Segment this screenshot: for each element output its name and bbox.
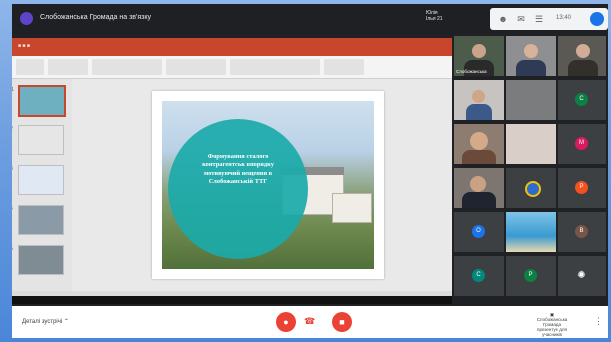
participants-grid: Слобожанська C M P O B C P ✺ <box>452 34 608 306</box>
building-shape-2 <box>332 193 372 223</box>
presenting-status[interactable]: ▣ Слобожанська Громада презентує для уча… <box>532 312 572 337</box>
top-right-toolbar: ☻ ✉ ☰ 13:40 <box>490 8 608 30</box>
participant-avatar: P <box>575 181 588 194</box>
more-vert-icon[interactable]: ⋮ <box>594 316 603 327</box>
meet-bottom-bar: Деталі зустрічі ⌃ ● ☎ ■ ▣ Слобожанська Г… <box>12 306 608 338</box>
participant-avatar: M <box>575 137 588 150</box>
participant-avatar: O <box>472 225 485 238</box>
presenter-line-2: Ілья 21 <box>426 16 443 22</box>
shared-presentation: ■ ■ ■ 1 2 3 4 5 <box>12 38 452 296</box>
participant-avatar: B <box>575 225 588 238</box>
participant-name: Слобожанська <box>456 69 487 74</box>
phone-hangup-icon[interactable]: ☎ <box>304 316 315 327</box>
ribbon-paste-button[interactable] <box>16 59 44 75</box>
meet-logo-icon <box>20 12 33 25</box>
ribbon-font-group[interactable] <box>92 59 162 75</box>
present-label-2: презентує для учасників <box>537 327 567 337</box>
participant-tile[interactable]: O <box>454 212 504 252</box>
current-slide[interactable]: Формування сталого контрагентськ впорядк… <box>152 91 384 279</box>
participant-tile[interactable] <box>506 80 556 120</box>
camera-toggle-button[interactable]: ■ <box>332 312 352 332</box>
participant-tile[interactable] <box>454 168 504 208</box>
slide-thumb-3[interactable]: 3 <box>12 165 64 195</box>
slide-photo: Формування сталого контрагентськ впорядк… <box>162 101 374 269</box>
slide-editor: Формування сталого контрагентськ впорядк… <box>72 79 452 291</box>
chevron-up-icon: ⌃ <box>63 319 69 325</box>
presentation-bottom-band <box>12 296 452 304</box>
participant-tile[interactable]: P <box>558 168 606 208</box>
ppt-ribbon <box>12 56 452 79</box>
ribbon-drawing-group[interactable] <box>230 59 320 75</box>
participant-tile[interactable] <box>454 124 504 164</box>
people-icon[interactable]: ☻ <box>498 14 508 24</box>
camera-off-icon: ■ <box>339 317 345 327</box>
participant-tile[interactable]: C <box>454 256 504 296</box>
slide-title-circle <box>168 119 308 259</box>
meeting-details-button[interactable]: Деталі зустрічі ⌃ <box>22 318 69 325</box>
participant-avatar: P <box>524 269 537 282</box>
ribbon-editing-group[interactable] <box>324 59 364 75</box>
more-participants-icon: ✺ <box>577 270 586 281</box>
flag-avatar <box>525 181 541 197</box>
mic-toggle-button[interactable]: ● <box>276 312 296 332</box>
slide-thumb-4[interactable]: 4 <box>12 205 64 235</box>
ppt-title-bar: ■ ■ ■ <box>12 38 452 56</box>
participant-tile[interactable]: C <box>558 80 606 120</box>
slide-thumb-5[interactable]: 5 <box>12 245 64 275</box>
participant-tile[interactable] <box>558 36 606 76</box>
activities-icon[interactable]: ☰ <box>534 14 544 24</box>
slide-thumbnails: 1 2 3 4 5 <box>12 79 72 296</box>
chat-icon[interactable]: ✉ <box>516 14 526 24</box>
participant-tile[interactable] <box>506 124 556 164</box>
slide-thumb-2[interactable]: 2 <box>12 125 64 155</box>
participant-tile[interactable]: M <box>558 124 606 164</box>
participant-tile[interactable] <box>506 36 556 76</box>
participant-tile[interactable] <box>454 80 504 120</box>
ribbon-paragraph-group[interactable] <box>166 59 226 75</box>
presenter-info: Юлія Ілья 21 <box>426 10 443 22</box>
participant-tile[interactable]: P <box>506 256 556 296</box>
meet-window: Слобожанська Громада на зв'язку Юлія Іль… <box>12 4 608 338</box>
participant-avatar: C <box>472 269 485 282</box>
participant-tile[interactable] <box>506 168 556 208</box>
clock-time: 13:40 <box>556 15 572 21</box>
mic-off-icon: ● <box>283 317 289 327</box>
meeting-title: Слобожанська Громада на зв'язку <box>40 14 151 21</box>
participant-tile[interactable]: Слобожанська <box>454 36 504 76</box>
user-avatar[interactable] <box>590 12 604 26</box>
slide-thumb-1[interactable]: 1 <box>12 85 66 117</box>
participant-tile[interactable]: B <box>558 212 606 252</box>
participant-tile[interactable]: ✺ <box>558 256 606 296</box>
participant-tile[interactable] <box>506 212 556 252</box>
participant-avatar: C <box>575 93 588 106</box>
ribbon-slides-group[interactable] <box>48 59 88 75</box>
present-label-1: Слобожанська Громада <box>536 317 568 327</box>
meet-top-bar: Слобожанська Громада на зв'язку Юлія Іль… <box>12 4 608 34</box>
meeting-details-label: Деталі зустрічі <box>22 319 63 325</box>
slide-title: Формування сталого контрагентськ впорядк… <box>202 153 274 186</box>
